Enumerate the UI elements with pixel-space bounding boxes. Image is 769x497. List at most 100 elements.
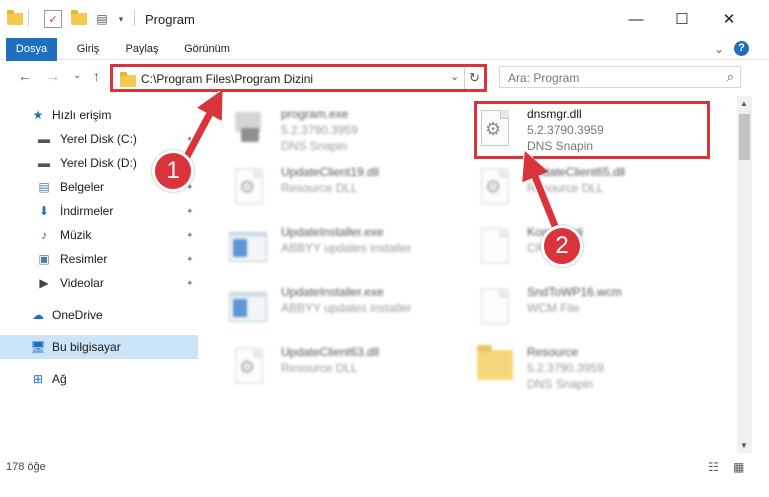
ribbon-tabs: Dosya Giriş Paylaş Görünüm ⌄ ? [0,38,769,94]
file-icon [475,226,515,272]
tab-home[interactable]: Giriş [68,38,108,60]
forward-button[interactable]: → [46,68,60,84]
file-item[interactable]: ⚙ UpdateClient65.dll Resource DLL [475,162,715,218]
divider [134,10,135,26]
up-button[interactable]: ↑ [93,68,100,84]
search-placeholder: Ara: Program [508,71,580,85]
file-name: program.exe [281,107,349,121]
sidebar-item[interactable]: ⬇ İndirmeler ✦ [0,199,198,223]
sidebar-item-label: Videolar [60,276,104,290]
file-name: UpdateInstaller.exe [281,225,384,239]
divider [28,10,29,26]
sidebar-item[interactable]: ▶ Videolar ✦ [0,271,198,295]
file-detail: 5.2.3790.3959 [281,123,358,137]
address-bar[interactable]: C:\Program Files\Program Dizini ⌄ ↻ [110,64,487,92]
folder-icon [475,345,515,392]
sidebar-item[interactable]: ▬ Yerel Disk (C:) ✦ [0,127,198,151]
file-item[interactable]: SndToWP16.wcm WCM File [475,282,715,338]
pin-icon: ✦ [186,205,194,216]
file-name: UpdateClient63.dll [281,345,380,359]
sidebar-item-label: Resimler [60,252,108,266]
file-name: SndToWP16.wcm [527,285,622,299]
file-description: DNS Snapin [281,139,348,153]
view-options-icon[interactable]: ▤ [92,10,112,28]
search-input[interactable]: Ara: Program ⌕ [499,66,741,88]
navigation-bar: ← → ⌄ ↑ C:\Program Files\Program Dizini … [0,61,769,94]
sidebar-item[interactable]: ☁ OneDrive [0,303,198,327]
file-name: UpdateClient65.dll [527,165,626,179]
file-detail: 5.2.3790.3959 [527,361,604,375]
status-bar: 178 öğe ☷ ▦ [0,456,769,497]
details-view-icon[interactable]: ☷ [708,460,719,474]
customize-toolbar-icon[interactable]: ▾ [115,10,127,28]
file-name: UpdateInstaller.exe [281,285,384,299]
file-item[interactable]: ⚙ UpdateClient19.dll Resource DLL [229,162,469,218]
pictures-icon: ▣ [38,252,50,266]
window-title: Program [145,12,195,27]
scroll-down-icon[interactable]: ▼ [740,441,748,450]
sidebar-item-label: Bu bilgisayar [52,340,121,354]
title-bar: ✓ ▤ ▾ Program — ☐ ✕ [0,0,769,38]
folder-icon [120,72,136,87]
sidebar-item-label: Yerel Disk (C:) [60,132,137,146]
file-name: UpdateClient19.dll [281,165,380,179]
sidebar-item[interactable]: ▣ Resimler ✦ [0,247,198,271]
file-detail: ABBYY updates installer [281,241,412,255]
close-button[interactable]: ✕ [706,0,752,38]
sidebar-item-label: İndirmeler [60,204,114,218]
cloud-icon: ☁ [32,308,44,322]
file-list: Resource 5.2.3790.3959 DNS Snapin ⚙ UpdateCl… [205,96,737,453]
file-description: DNS Snapin [527,377,594,391]
videos-icon: ▶ [39,276,49,290]
address-dropdown-icon[interactable]: ⌄ [450,70,459,83]
dll-file-icon: ⚙ [475,166,515,212]
file-item[interactable]: ⚙ UpdateClient63.dll Resource DLL [229,342,469,398]
file-item[interactable]: Resource 5.2.3790.3959 DNS Snapin [475,342,715,398]
computer-icon: 🖥 [30,340,46,354]
file-item[interactable]: program.exe 5.2.3790.3959 DNS Snapin [229,104,469,160]
maximize-button[interactable]: ☐ [659,0,705,38]
back-button[interactable]: ← [18,68,32,84]
properties-icon[interactable]: ✓ [44,10,62,28]
expand-ribbon-icon[interactable]: ⌄ [714,42,724,56]
divider [464,67,465,89]
sidebar-item[interactable]: ⊞ Ağ [0,367,198,391]
new-folder-icon[interactable] [70,10,88,28]
tab-view[interactable]: Görünüm [176,38,238,60]
dll-file-icon: ⚙ [229,166,269,212]
sidebar-item[interactable]: ★ Hızlı erişim [0,103,198,127]
large-icons-view-icon[interactable]: ▦ [733,460,744,474]
pin-icon: ✦ [186,253,194,264]
documents-icon: ▤ [38,180,50,194]
sidebar-item-label: Hızlı erişim [52,108,112,122]
file-item[interactable]: UpdateInstaller.exe ABBYY updates install… [229,282,469,338]
search-icon[interactable]: ⌕ [727,69,734,85]
download-icon: ⬇ [38,204,50,218]
scroll-thumb[interactable] [739,114,750,160]
tab-share[interactable]: Paylaş [118,38,166,60]
folder-icon [6,10,24,28]
star-icon: ★ [32,108,44,122]
pin-icon: ✦ [186,277,194,288]
file-item[interactable]: UpdateInstaller.exe ABBYY updates install… [229,222,469,278]
scroll-up-icon[interactable]: ▲ [740,99,748,108]
recent-locations-button[interactable]: ⌄ [73,70,81,81]
refresh-button[interactable]: ↻ [469,70,480,86]
file-detail: Resource DLL [527,181,604,195]
sidebar-item-label: Belgeler [60,180,105,194]
vertical-scrollbar[interactable]: ▲ ▼ [737,96,752,453]
step-badge-2: 2 [541,225,583,267]
help-icon[interactable]: ? [734,41,749,56]
minimize-button[interactable]: — [613,0,659,38]
file-item[interactable]: KonuşmaliCRT [475,222,715,278]
address-path[interactable]: C:\Program Files\Program Dizini [141,72,313,86]
installer-icon [229,226,269,272]
sidebar-item-label: Ağ [52,372,67,386]
sidebar-item[interactable]: 🖥 Bu bilgisayar [0,335,198,359]
network-icon: ⊞ [32,372,44,386]
highlight-box [474,101,710,159]
drive-icon: ▬ [38,156,50,170]
step-badge-1: 1 [152,150,194,192]
sidebar-item[interactable]: ♪ Müzik ✦ [0,223,198,247]
file-detail: Resource DLL [281,361,358,375]
